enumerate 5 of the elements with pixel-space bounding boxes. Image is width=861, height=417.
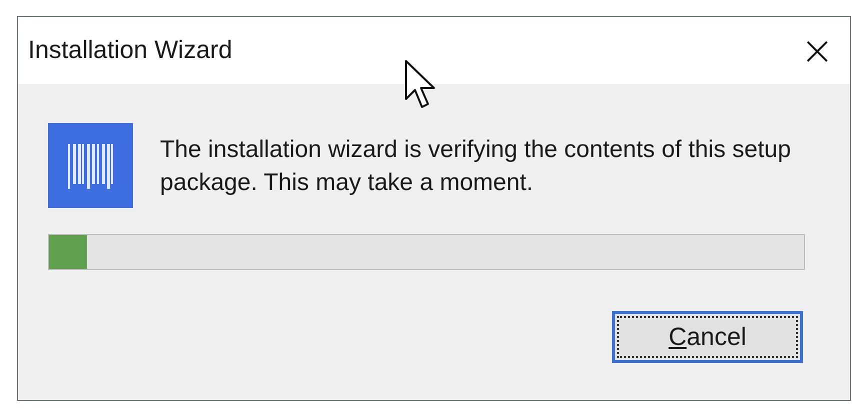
status-message: The installation wizard is verifying the contents of this setup package. This may take a moment. [160,134,792,198]
cancel-button[interactable]: Cancel [612,311,803,363]
barcode-app-icon [48,123,133,208]
window-title: Installation Wizard [28,36,232,65]
close-button[interactable]: × [794,30,840,70]
